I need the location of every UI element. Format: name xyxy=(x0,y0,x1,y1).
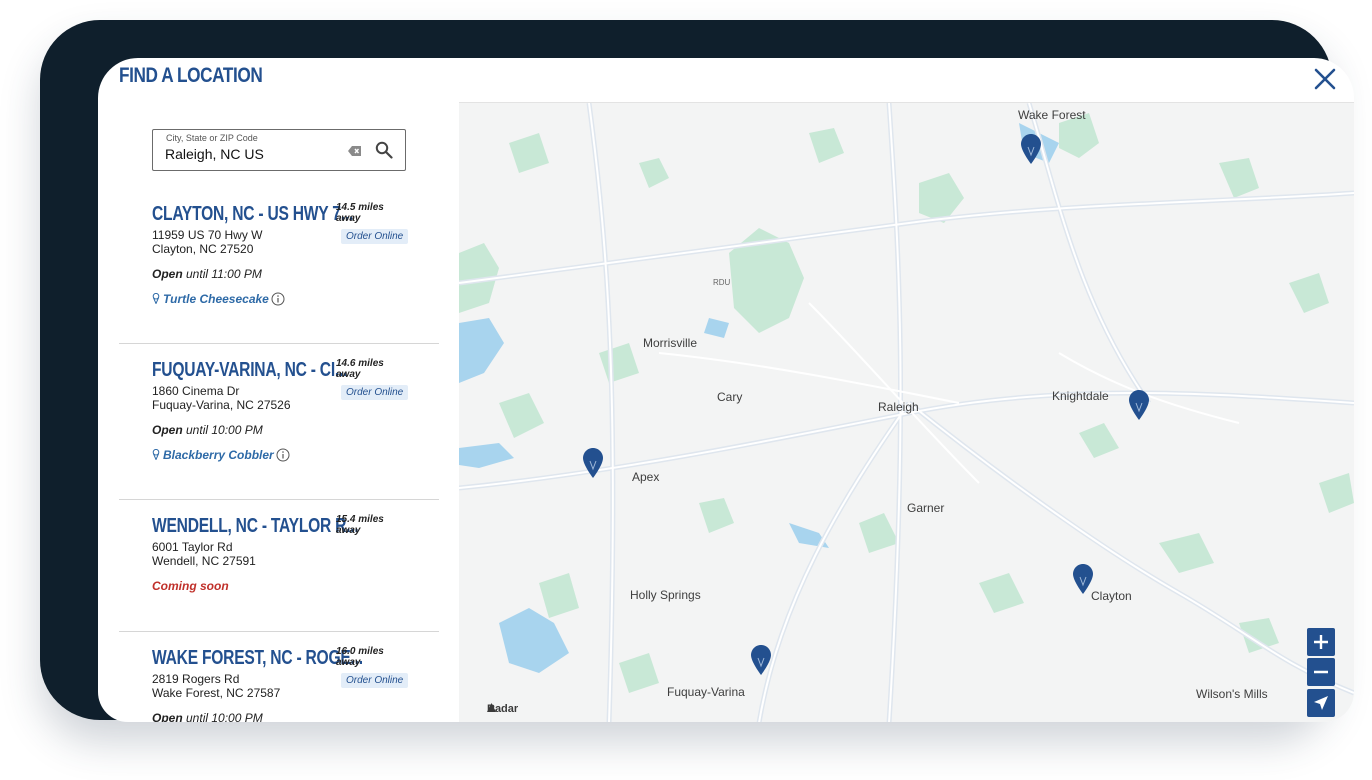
clear-button[interactable] xyxy=(348,144,362,156)
map-label-clayton: Clayton xyxy=(1091,589,1132,603)
map-label-garner: Garner xyxy=(907,501,945,515)
location-card[interactable]: FUQUAY-VARINA, NC - CI... 1860 Cinema Dr… xyxy=(119,343,439,500)
location-distance: 16.0 miles away xyxy=(336,646,384,668)
map-pin-icon xyxy=(1073,564,1093,594)
info-icon[interactable] xyxy=(276,448,290,462)
location-card[interactable]: WENDELL, NC - TAYLOR R... 6001 Taylor Rd… xyxy=(119,499,439,632)
search-button[interactable] xyxy=(375,141,393,159)
flavor-name: Blackberry Cobbler xyxy=(163,448,274,462)
ice-cream-cone-icon xyxy=(152,449,160,460)
location-address-line2: Wendell, NC 27591 xyxy=(152,554,256,568)
info-icon[interactable] xyxy=(271,292,285,306)
close-button[interactable] xyxy=(1310,64,1340,94)
open-until: until 10:00 PM xyxy=(182,711,263,722)
location-card[interactable]: CLAYTON, NC - US HWY 7... 11959 US 70 Hw… xyxy=(119,187,439,344)
map-pin-icon xyxy=(1129,390,1149,420)
minus-icon xyxy=(1314,670,1328,674)
ice-cream-cone-icon xyxy=(152,293,160,304)
location-distance: 14.5 miles away xyxy=(336,202,384,224)
plus-icon xyxy=(1314,635,1328,649)
open-until: until 11:00 PM xyxy=(182,267,262,281)
radar-logo-icon xyxy=(487,703,496,712)
order-online-badge[interactable]: Order Online xyxy=(341,673,409,688)
close-icon xyxy=(1314,68,1336,90)
map-label-fuquay-varina: Fuquay-Varina xyxy=(667,685,745,699)
map-label-cary: Cary xyxy=(717,390,743,404)
open-status: Open xyxy=(152,267,183,281)
map-pin-fuquay-varina[interactable] xyxy=(750,644,772,676)
location-address-line2: Clayton, NC 27520 xyxy=(152,242,254,256)
map-label-morrisville: Morrisville xyxy=(643,336,697,350)
zoom-in-button[interactable] xyxy=(1307,628,1335,656)
open-until: until 10:00 PM xyxy=(182,423,263,437)
location-name[interactable]: WENDELL, NC - TAYLOR R... xyxy=(152,515,359,538)
map-pin-icon xyxy=(1021,134,1041,164)
distance-value: 16.0 miles xyxy=(336,646,384,657)
location-address-line1: 6001 Taylor Rd xyxy=(152,540,233,554)
location-name[interactable]: FUQUAY-VARINA, NC - CI... xyxy=(152,359,347,382)
distance-unit: away xyxy=(336,369,361,380)
location-address-line2: Wake Forest, NC 27587 xyxy=(152,686,281,700)
open-status: Open xyxy=(152,423,183,437)
clear-icon xyxy=(348,146,361,156)
location-address-line1: 1860 Cinema Dr xyxy=(152,384,240,398)
distance-value: 14.6 miles xyxy=(336,358,384,369)
location-address-line1: 2819 Rogers Rd xyxy=(152,672,240,686)
location-distance: 15.4 miles away xyxy=(336,514,384,536)
distance-value: 14.5 miles xyxy=(336,202,384,213)
location-card[interactable]: WAKE FOREST, NC - ROGE... 2819 Rogers Rd… xyxy=(119,631,439,722)
location-address-line2: Fuquay-Varina, NC 27526 xyxy=(152,398,291,412)
modal-header: FIND A LOCATION xyxy=(98,58,1354,102)
modal: FIND A LOCATION City, State or ZIP Code xyxy=(98,58,1354,722)
map-pin-wake-forest[interactable] xyxy=(1020,133,1042,165)
locate-arrow-icon xyxy=(1314,696,1328,710)
map-attribution[interactable]: Radar xyxy=(487,703,518,715)
location-address-line1: 11959 US 70 Hwy W xyxy=(152,228,263,242)
zoom-out-button[interactable] xyxy=(1307,658,1335,686)
map-pin-wendell[interactable] xyxy=(1128,389,1150,421)
map-label-knightdale: Knightdale xyxy=(1052,389,1109,403)
distance-unit: away xyxy=(336,213,361,224)
map[interactable]: Wake Forest RDU Morrisville Cary Raleigh… xyxy=(459,102,1354,722)
coming-soon-status: Coming soon xyxy=(152,579,229,593)
location-name[interactable]: WAKE FOREST, NC - ROGE... xyxy=(152,647,363,670)
search-icon xyxy=(375,141,393,159)
distance-unit: away xyxy=(336,657,361,668)
order-online-badge[interactable]: Order Online xyxy=(341,385,409,400)
flavor-link[interactable]: Blackberry Cobbler xyxy=(152,448,290,462)
open-status: Open xyxy=(152,711,183,722)
map-label-rdu: RDU xyxy=(713,278,731,287)
map-label-wilsons-mills: Wilson's Mills xyxy=(1196,687,1268,701)
search-label: City, State or ZIP Code xyxy=(166,133,258,143)
map-pin-apex[interactable] xyxy=(582,447,604,479)
location-hours: Open until 10:00 PM xyxy=(152,711,263,722)
order-online-badge[interactable]: Order Online xyxy=(341,229,409,244)
map-pin-icon xyxy=(751,645,771,675)
distance-unit: away xyxy=(336,525,361,536)
map-label-apex: Apex xyxy=(632,470,660,484)
map-label-holly-springs: Holly Springs xyxy=(630,588,701,602)
map-pin-icon xyxy=(583,448,603,478)
flavor-link[interactable]: Turtle Cheesecake xyxy=(152,292,285,306)
page-title: FIND A LOCATION xyxy=(119,64,263,87)
map-label-raleigh: Raleigh xyxy=(878,400,919,414)
location-hours: Open until 10:00 PM xyxy=(152,423,263,437)
map-label-wake-forest: Wake Forest xyxy=(1018,108,1086,122)
locate-me-button[interactable] xyxy=(1307,689,1335,717)
location-distance: 14.6 miles away xyxy=(336,358,384,380)
flavor-name: Turtle Cheesecake xyxy=(163,292,269,306)
device-frame: FIND A LOCATION City, State or ZIP Code xyxy=(40,20,1354,722)
map-pin-clayton[interactable] xyxy=(1072,563,1094,595)
search-input[interactable] xyxy=(165,146,335,162)
location-name[interactable]: CLAYTON, NC - US HWY 7... xyxy=(152,203,353,226)
location-hours: Open until 11:00 PM xyxy=(152,267,262,281)
results-panel: City, State or ZIP Code CLAYT xyxy=(98,102,459,722)
search-box[interactable]: City, State or ZIP Code xyxy=(152,129,406,171)
distance-value: 15.4 miles xyxy=(336,514,384,525)
